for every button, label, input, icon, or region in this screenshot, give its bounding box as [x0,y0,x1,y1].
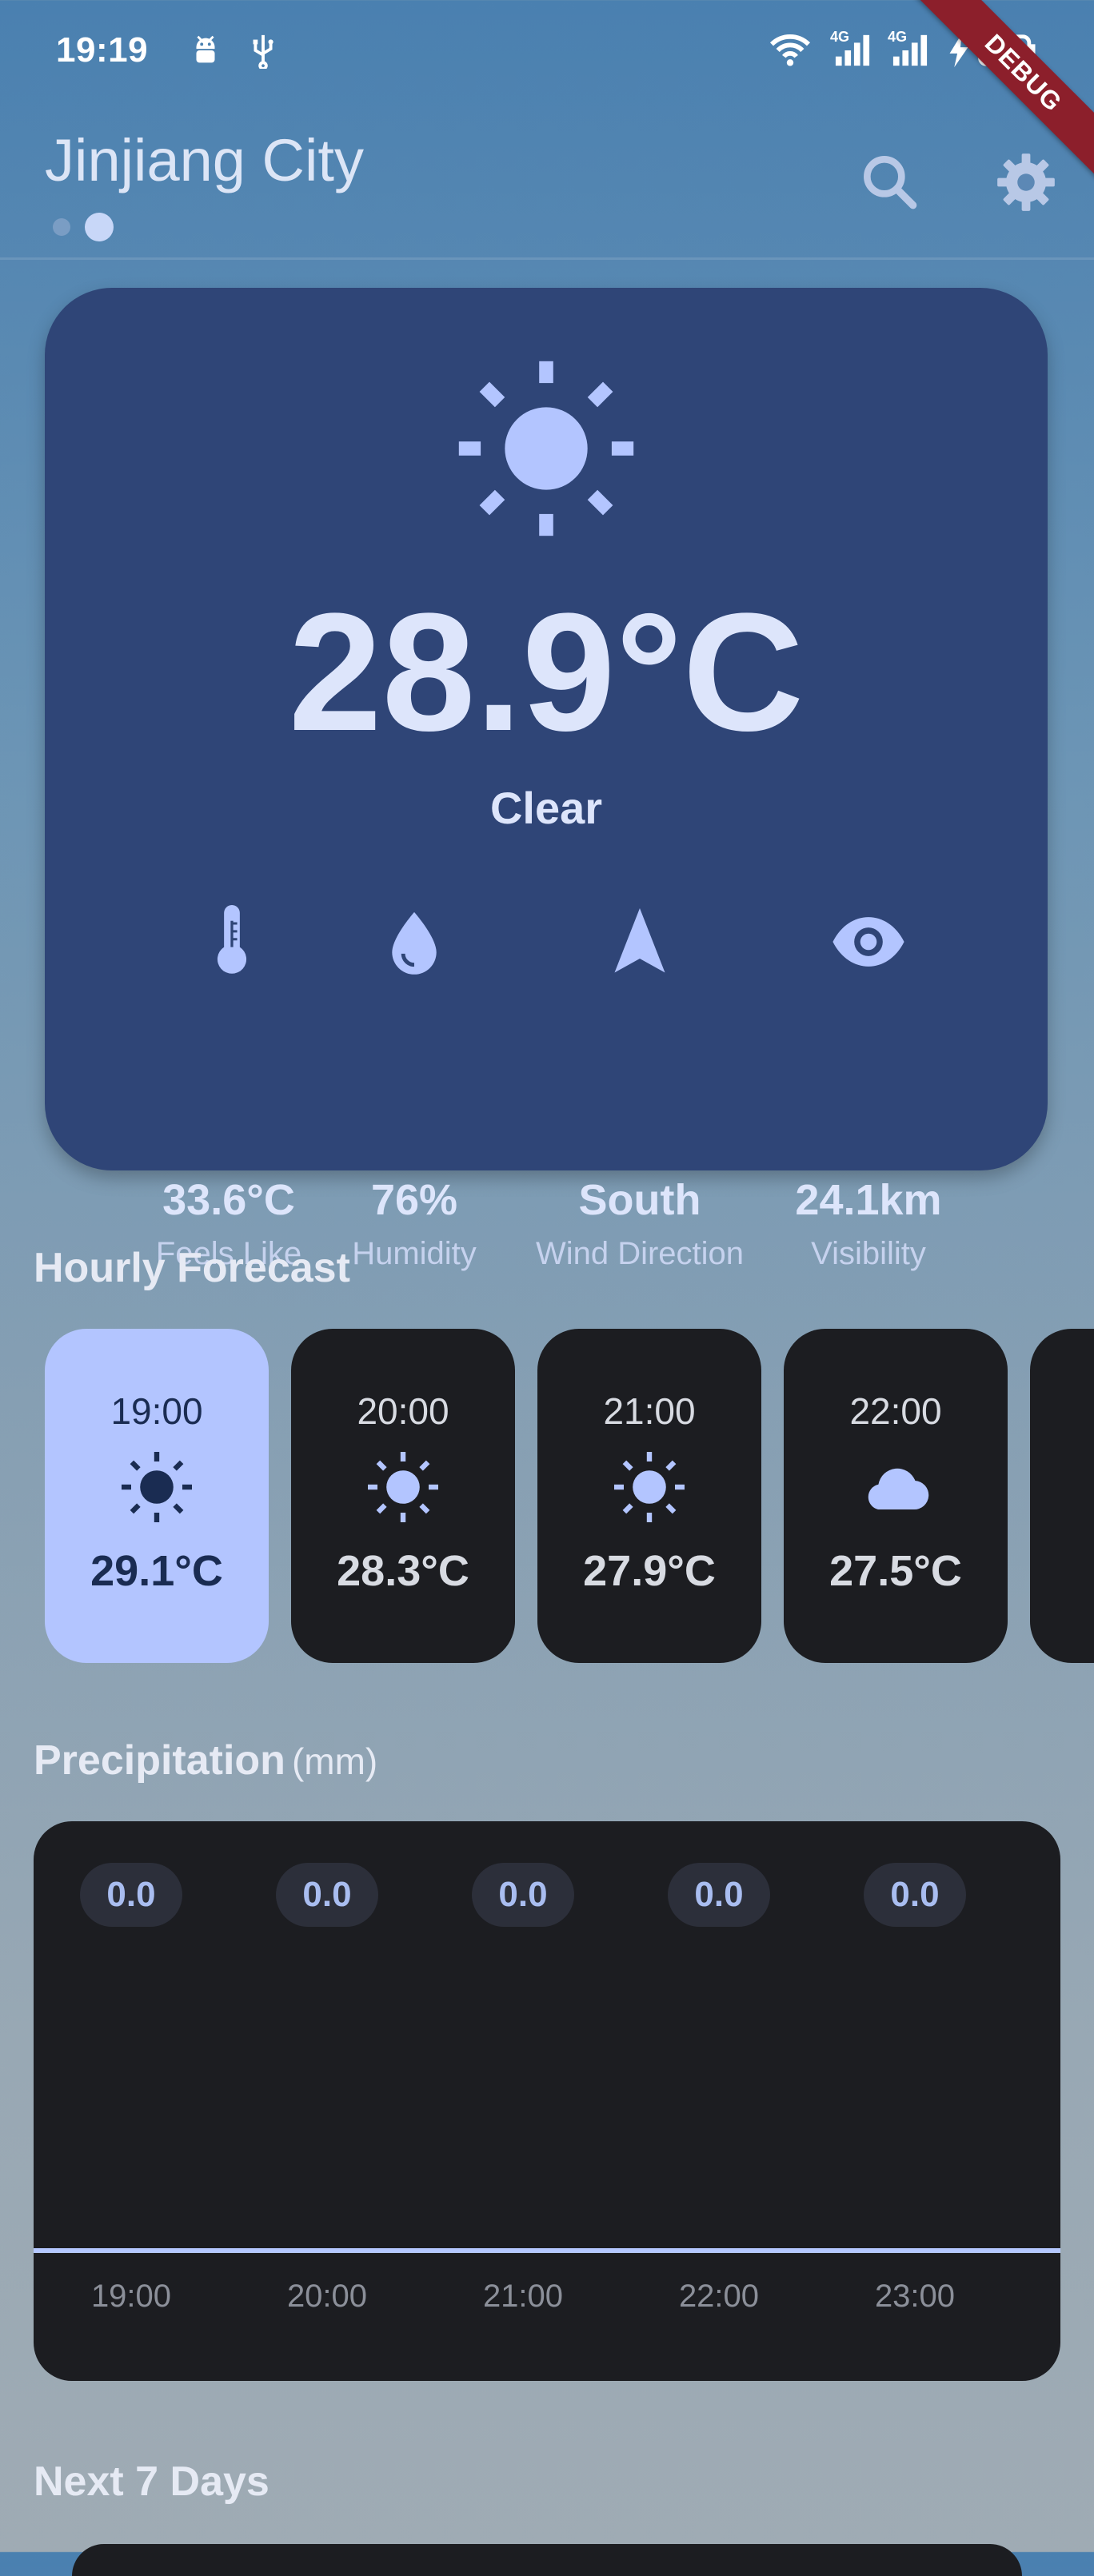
hourly-time: 22:00 [849,1390,942,1432]
metric-wind-direction: South Wind Direction [520,1175,760,1272]
android-icon [196,35,215,63]
gear-icon[interactable] [992,148,1060,217]
sun-icon [122,1452,192,1522]
precip-value-label: 0.0 [472,1863,574,1927]
metric-visibility: 24.1km Visibility [749,1175,988,1272]
eye-icon [832,917,904,967]
hourly-temp: 28.3°C [337,1547,469,1595]
precip-value-label: 0.0 [276,1863,378,1927]
daily-forecast-card[interactable] [72,2544,1022,2576]
metric-value: South [578,1176,701,1224]
usb-icon [253,34,274,69]
page-indicator-dot-active[interactable] [85,213,114,241]
status-time: 19:19 [56,30,149,70]
navigation-arrow-icon [614,908,665,973]
hourly-card[interactable]: 21:00 27.9°C [537,1329,761,1663]
next-7-days-heading: Next 7 Days [34,2458,270,2505]
hourly-card[interactable]: 22:00 27.5°C [784,1329,1008,1663]
precip-value-label: 0.0 [80,1863,182,1927]
precipitation-title: Precipitation [34,1737,285,1784]
hourly-forecast-heading: Hourly Forecast [34,1245,350,1291]
signal-icon [892,34,928,66]
hourly-time: 21:00 [603,1390,696,1432]
water-drop-icon [392,911,437,975]
thermometer-icon [217,905,247,974]
metric-value: 76% [370,1176,458,1224]
precipitation-chart: 0.0 0.0 0.0 0.0 0.0 19:00 20:00 21:00 22… [34,1821,1060,2381]
city-title: Jinjiang City [45,127,364,193]
hourly-card[interactable]: 20:00 28.3°C [291,1329,515,1663]
precip-value-label: 0.0 [864,1863,966,1927]
current-temperature: 28.9°C [288,578,805,766]
precipitation-heading: Precipitation (mm) [34,1737,377,1784]
hourly-temp: 29.1°C [90,1547,223,1595]
hourly-card-partial[interactable] [1030,1329,1094,1663]
precip-time-tick: 21:00 [482,2279,564,2314]
hourly-temp: 27.9°C [583,1547,716,1595]
wifi-icon [769,34,811,66]
current-condition: Clear [489,783,603,833]
precip-time-tick: 20:00 [286,2279,368,2314]
hourly-temp: 27.5°C [829,1547,962,1595]
metric-label: Wind Direction [535,1236,745,1271]
metric-label: Visibility [811,1236,926,1271]
precip-time-tick: 19:00 [90,2279,172,2314]
precip-value-label: 0.0 [668,1863,770,1927]
current-weather-card: 28.9°C Clear 33.6°C Feels Like 76% Humid… [45,288,1048,1271]
header-divider [0,257,1094,260]
precipitation-unit: (mm) [291,1741,378,1782]
hourly-time: 19:00 [110,1390,203,1432]
sun-icon [368,1452,438,1522]
precip-time-tick: 22:00 [678,2279,760,2314]
hourly-card[interactable]: 19:00 29.1°C [45,1329,269,1663]
search-icon[interactable] [856,148,924,217]
hourly-time: 20:00 [357,1390,449,1432]
metric-value: 24.1km [795,1176,942,1224]
sun-icon [458,361,634,536]
sun-icon [614,1452,685,1522]
signal-icon [835,34,870,66]
cloud-icon [868,1468,929,1510]
precip-time-tick: 23:00 [874,2279,956,2314]
precip-baseline [34,2248,1060,2253]
page-indicator-dot[interactable] [53,218,70,236]
